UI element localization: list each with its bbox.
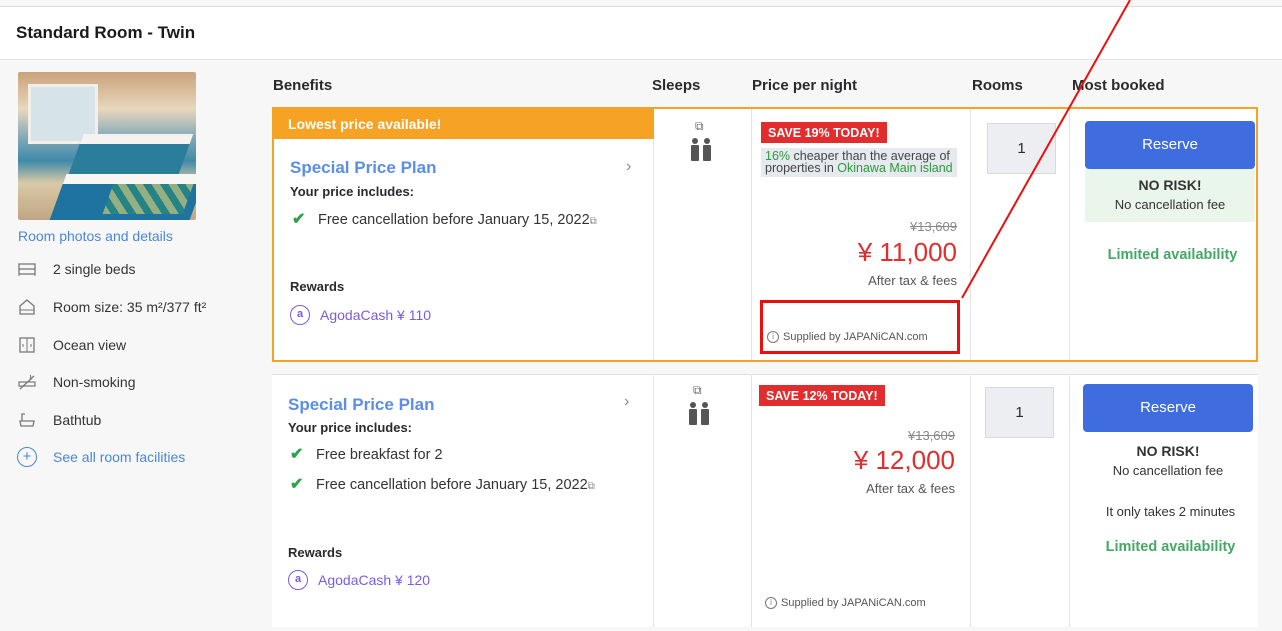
window-icon (17, 335, 37, 355)
chevron-right-icon[interactable]: › (626, 158, 631, 176)
benefit-item: ✔ Free cancellation before January 15, 2… (288, 473, 618, 499)
external-link-icon[interactable]: ⧉ (590, 216, 597, 227)
see-all-facilities-link[interactable]: + See all room facilities (17, 447, 185, 467)
benefit-text: Free breakfast for 2 (316, 447, 443, 463)
bathtub-icon (17, 410, 37, 430)
facility-smoking: Non-smoking (17, 372, 135, 392)
benefit-text: Free cancellation before January 15, 202… (318, 212, 590, 228)
limited-availability: Limited availability (1107, 247, 1238, 263)
includes-label: Your price includes: (288, 420, 413, 435)
supplied-text: Supplied by JAPANiCAN.com (781, 597, 926, 609)
rooms-select[interactable]: 1 (985, 387, 1054, 438)
agodacash-coin-icon: a (288, 570, 308, 590)
facility-label: Ocean view (53, 337, 127, 353)
room-info-column: Room photos and details 2 single beds Ro… (0, 61, 258, 631)
benefit-item: ✔ Free breakfast for 2 (288, 443, 618, 467)
rewards-agodacash: a AgodaCash ¥ 110 (290, 305, 431, 325)
cheaper-place: Okinawa Main island (837, 161, 953, 175)
original-price: ¥13,609 (910, 219, 957, 234)
agodacash-coin-icon: a (290, 305, 310, 325)
rewards-label: Rewards (288, 545, 343, 560)
facility-label: Bathtub (53, 412, 102, 428)
check-icon: ✔ (292, 211, 306, 228)
two-people-icon (686, 401, 712, 433)
bed-icon (17, 259, 37, 279)
header-price: Price per night (752, 77, 858, 94)
room-title-bar: Standard Room - Twin (0, 6, 1282, 60)
room-title: Standard Room - Twin (16, 23, 196, 42)
header-benefits: Benefits (273, 77, 333, 94)
lowest-price-ribbon: Lowest price available! (274, 109, 654, 139)
no-cancel-label: No cancellation fee (1114, 197, 1226, 212)
current-price: ¥ 12,000 (853, 445, 955, 475)
facility-view: Ocean view (17, 335, 126, 355)
plan-row: Special Price Plan › Your price includes… (272, 374, 1258, 627)
room-photo[interactable] (18, 72, 196, 220)
highlight-box (760, 300, 960, 354)
facility-bathtub: Bathtub (17, 410, 101, 430)
limited-availability: Limited availability (1105, 539, 1236, 555)
plus-circle-icon: + (17, 447, 37, 467)
header-most-booked: Most booked (1072, 77, 1165, 94)
facility-size: Room size: 35 m²/377 ft² (17, 297, 206, 317)
rewards-agodacash: a AgodaCash ¥ 120 (288, 570, 430, 590)
check-icon: ✔ (290, 476, 304, 493)
facility-beds: 2 single beds (17, 259, 136, 279)
reserve-button[interactable]: Reserve (1085, 121, 1255, 169)
takes-minutes-label: It only takes 2 minutes (1105, 504, 1236, 519)
after-tax-label: After tax & fees (868, 273, 957, 288)
no-smoking-icon (17, 372, 37, 392)
no-risk-box: NO RISK! No cancellation fee (1085, 169, 1255, 222)
room-photos-link[interactable]: Room photos and details (18, 228, 173, 244)
header-sleeps: Sleeps (652, 77, 701, 94)
facility-label: 2 single beds (53, 261, 136, 277)
save-badge: SAVE 19% TODAY! (761, 122, 887, 143)
rooms-select[interactable]: 1 (987, 123, 1056, 174)
external-link-icon[interactable]: ⧉ (588, 481, 595, 492)
no-risk-box: NO RISK! No cancellation fee (1083, 435, 1253, 488)
cheaper-info: 16% cheaper than the average of properti… (761, 148, 957, 177)
plan-name-link[interactable]: Special Price Plan (290, 158, 436, 178)
rewards-amount: AgodaCash ¥ 110 (320, 307, 432, 323)
plan-name-link[interactable]: Special Price Plan (288, 395, 434, 415)
facility-label: Non-smoking (53, 374, 136, 390)
no-risk-label: NO RISK! (1138, 177, 1202, 193)
reserve-button[interactable]: Reserve (1083, 384, 1253, 432)
benefit-text: Free cancellation before January 15, 202… (316, 477, 588, 493)
supplied-by: i Supplied by JAPANiCAN.com (765, 597, 926, 609)
no-risk-label: NO RISK! (1136, 443, 1200, 459)
see-all-label: See all room facilities (53, 449, 186, 465)
no-cancel-label: No cancellation fee (1112, 463, 1224, 478)
save-badge: SAVE 12% TODAY! (759, 385, 885, 406)
chevron-right-icon[interactable]: › (624, 393, 629, 411)
rewards-label: Rewards (290, 279, 345, 294)
rewards-amount: AgodaCash ¥ 120 (318, 572, 431, 588)
after-tax-label: After tax & fees (866, 481, 955, 496)
current-price: ¥ 11,000 (857, 237, 957, 267)
two-people-icon (688, 137, 714, 169)
info-icon[interactable]: i (765, 597, 777, 609)
includes-label: Your price includes: (290, 184, 415, 199)
benefit-item: ✔ Free cancellation before January 15, 2… (290, 208, 620, 234)
check-icon: ✔ (290, 446, 304, 463)
facility-label: Room size: 35 m²/377 ft² (53, 299, 207, 315)
external-link-icon[interactable]: ⧉ (695, 119, 704, 134)
house-icon (17, 297, 37, 317)
external-link-icon[interactable]: ⧉ (693, 383, 702, 398)
original-price: ¥13,609 (908, 428, 955, 443)
room-card: Standard Room - Twin Room photos and det… (0, 0, 1282, 631)
header-rooms: Rooms (972, 77, 1023, 94)
